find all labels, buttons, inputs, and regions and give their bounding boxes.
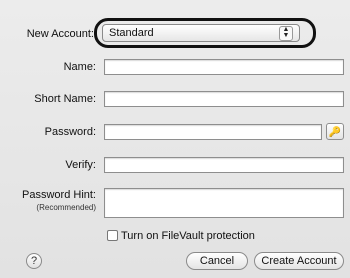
password-hint-sublabel: (Recommended)	[36, 203, 96, 212]
verify-field[interactable]	[104, 157, 344, 173]
short-name-label: Short Name:	[34, 93, 96, 105]
verify-label: Verify:	[65, 159, 96, 171]
key-icon: 🔑	[328, 127, 342, 138]
filevault-label: Turn on FileVault protection	[121, 230, 255, 242]
short-name-field[interactable]	[104, 91, 344, 107]
account-type-popup[interactable]: Standard ▲ ▼	[102, 24, 300, 42]
account-type-value: Standard	[109, 27, 154, 39]
name-field[interactable]	[104, 59, 344, 75]
new-account-label: New Account:	[26, 28, 94, 40]
password-field[interactable]	[104, 124, 322, 140]
new-account-sheet: New Account: Standard ▲ ▼ Name: Short Na…	[0, 0, 350, 278]
filevault-checkbox[interactable]	[107, 230, 118, 241]
password-label: Password:	[44, 126, 96, 138]
password-hint-label: Password Hint:	[22, 189, 96, 201]
help-button[interactable]: ?	[26, 253, 42, 269]
password-hint-field[interactable]	[104, 188, 344, 218]
popup-arrows-icon: ▲ ▼	[279, 26, 293, 41]
help-icon: ?	[30, 255, 38, 267]
password-assistant-button[interactable]: 🔑	[326, 123, 344, 140]
cancel-button[interactable]: Cancel	[186, 252, 248, 270]
filevault-row[interactable]: Turn on FileVault protection	[107, 229, 255, 243]
name-label: Name:	[63, 61, 96, 73]
create-account-button[interactable]: Create Account	[254, 252, 344, 270]
